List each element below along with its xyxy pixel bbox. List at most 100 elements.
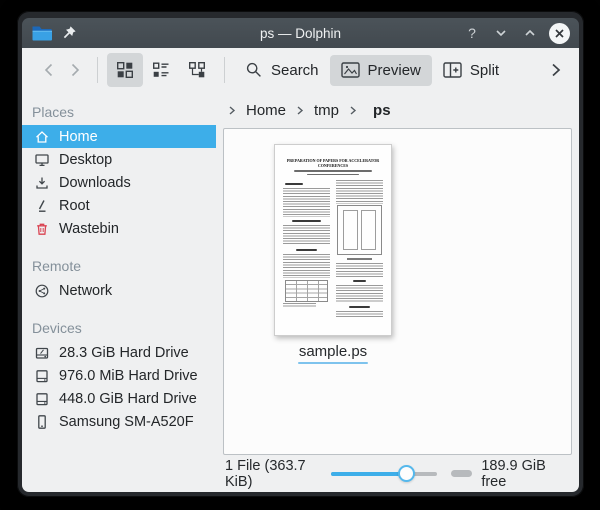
sidebar-item-smartphone[interactable]: Samsung SM-A520F <box>22 410 216 433</box>
sidebar-item-label: Downloads <box>59 175 131 191</box>
screen-background: ps — Dolphin ? <box>0 0 600 510</box>
status-summary: 1 File (363.7 KiB) <box>225 458 331 490</box>
arrow-left-icon <box>40 61 58 79</box>
chevron-right-icon <box>548 61 564 79</box>
sidebar-item-drive-976mib[interactable]: 976.0 MiB Hard Drive <box>22 364 216 387</box>
section-gap <box>22 240 223 252</box>
section-header-remote[interactable]: Remote <box>22 252 223 279</box>
forward-button[interactable] <box>62 55 88 85</box>
tree-view-icon <box>188 61 206 79</box>
section-header-devices[interactable]: Devices <box>22 314 223 341</box>
downloads-icon <box>33 174 50 191</box>
toolbar-separator <box>97 57 98 83</box>
chevron-up-icon <box>523 26 537 40</box>
sidebar-item-label: Wastebin <box>59 221 119 237</box>
hard-drive-icon <box>33 344 50 361</box>
search-icon <box>245 61 263 79</box>
split-view-icon <box>443 62 462 78</box>
minimize-button[interactable] <box>491 23 511 43</box>
preview-button[interactable]: Preview <box>330 55 432 86</box>
sidebar-item-label: Desktop <box>59 152 112 168</box>
thumbnail-paper-title: PREPARATION OF PAPERS FOR ACCELERATOR CO… <box>286 159 380 168</box>
sidebar-item-label: 28.3 GiB Hard Drive <box>59 345 189 361</box>
section-gap <box>22 302 223 314</box>
thumbnail-author-line <box>294 170 372 171</box>
folder-view-column: Home tmp ps <box>223 92 572 492</box>
disk-capacity-bar <box>451 470 472 477</box>
breadcrumb-item-tmp[interactable]: tmp <box>307 100 346 121</box>
chevron-right-icon <box>295 105 305 116</box>
root-folder-icon <box>33 197 50 214</box>
file-thumbnail: PREPARATION OF PAPERS FOR ACCELERATOR CO… <box>274 144 392 336</box>
network-icon <box>33 282 50 299</box>
chevron-down-icon <box>494 26 508 40</box>
app-folder-icon[interactable] <box>31 24 53 42</box>
titlebar-controls: ? <box>462 23 570 44</box>
toolbar: Search Preview <box>22 48 579 92</box>
home-icon <box>33 128 50 145</box>
split-button[interactable]: Split <box>432 55 510 86</box>
breadcrumb-item-current[interactable]: ps <box>366 100 398 121</box>
search-button[interactable]: Search <box>234 54 330 86</box>
help-icon: ? <box>468 25 476 41</box>
chevron-right-icon <box>227 105 237 116</box>
help-button[interactable]: ? <box>462 23 482 43</box>
file-item-sample-ps[interactable]: PREPARATION OF PAPERS FOR ACCELERATOR CO… <box>258 144 408 364</box>
zoom-slider[interactable] <box>331 465 437 483</box>
sidebar-item-desktop[interactable]: Desktop <box>22 148 216 171</box>
back-button[interactable] <box>36 55 62 85</box>
thumbnail-right-column <box>336 180 383 328</box>
window-inner: ps — Dolphin ? <box>22 18 579 492</box>
icons-view-icon <box>116 61 134 79</box>
icons-view-button[interactable] <box>107 53 143 87</box>
arrow-right-icon <box>66 61 84 79</box>
sidebar-item-label: 448.0 GiB Hard Drive <box>59 391 197 407</box>
split-label: Split <box>470 62 499 79</box>
desktop-icon <box>33 151 50 168</box>
details-view-icon <box>152 61 170 79</box>
sidebar-item-wastebin[interactable]: Wastebin <box>22 217 216 240</box>
thumbnail-left-column <box>283 180 330 328</box>
preview-label: Preview <box>368 62 421 79</box>
sidebar-item-label: Root <box>59 198 90 214</box>
details-view-button[interactable] <box>143 53 179 87</box>
statusbar: 1 File (363.7 KiB) 189.9 GiB free <box>223 455 572 492</box>
smartphone-icon <box>33 413 50 430</box>
main-area: Places Home Desktop <box>22 92 579 492</box>
sidebar-item-downloads[interactable]: Downloads <box>22 171 216 194</box>
slider-fill <box>331 472 401 476</box>
toolbar-overflow-button[interactable] <box>543 55 569 85</box>
titlebar[interactable]: ps — Dolphin ? <box>22 18 579 48</box>
sidebar-item-label: Samsung SM-A520F <box>59 414 194 430</box>
wastebin-icon <box>33 220 50 237</box>
places-panel: Places Home Desktop <box>22 92 223 492</box>
tree-view-button[interactable] <box>179 53 215 87</box>
chevron-right-icon <box>348 105 358 116</box>
free-space-label: 189.9 GiB free <box>481 458 570 490</box>
slider-handle[interactable] <box>398 465 415 482</box>
search-label: Search <box>271 62 319 79</box>
close-button[interactable] <box>549 23 570 44</box>
sidebar-item-root[interactable]: Root <box>22 194 216 217</box>
folder-view[interactable]: PREPARATION OF PAPERS FOR ACCELERATOR CO… <box>223 128 572 455</box>
breadcrumb-item-home[interactable]: Home <box>239 100 293 121</box>
thumbnail-figure <box>337 205 382 255</box>
thumbnail-table <box>285 280 328 302</box>
section-header-places[interactable]: Places <box>22 98 223 125</box>
sidebar-item-label: Network <box>59 283 112 299</box>
breadcrumb: Home tmp ps <box>223 92 572 128</box>
hard-drive-icon <box>33 390 50 407</box>
close-icon <box>554 28 565 39</box>
maximize-button[interactable] <box>520 23 540 43</box>
sidebar-item-network[interactable]: Network <box>22 279 216 302</box>
thumbnail-author-line <box>307 174 359 175</box>
dolphin-window: ps — Dolphin ? <box>17 11 584 497</box>
sidebar-item-home[interactable]: Home <box>22 125 216 148</box>
pin-icon[interactable] <box>61 25 77 41</box>
toolbar-separator <box>224 57 225 83</box>
selection-underline <box>298 362 368 364</box>
sidebar-item-drive-448gib[interactable]: 448.0 GiB Hard Drive <box>22 387 216 410</box>
thumbnail-columns <box>283 180 383 328</box>
sidebar-item-drive-28gib[interactable]: 28.3 GiB Hard Drive <box>22 341 216 364</box>
file-name-label: sample.ps <box>299 343 367 360</box>
